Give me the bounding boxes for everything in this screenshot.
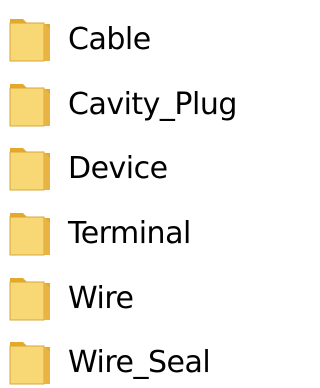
folder-item-cable[interactable]: Cable <box>8 17 260 63</box>
folder-icon <box>8 276 52 322</box>
folder-label: Wire_Seal <box>68 345 211 380</box>
folder-icon <box>8 82 52 128</box>
folder-icon <box>8 211 52 257</box>
folder-item-cavity-plug[interactable]: Cavity_Plug <box>8 82 260 128</box>
folder-item-wire-seal[interactable]: Wire_Seal <box>8 340 260 386</box>
folder-item-device[interactable]: Device <box>8 146 260 192</box>
folder-label: Device <box>68 151 168 186</box>
folder-item-wire[interactable]: Wire <box>8 276 260 322</box>
folder-label: Terminal <box>68 216 191 251</box>
folder-icon <box>8 340 52 386</box>
folder-label: Cavity_Plug <box>68 87 237 122</box>
folder-icon <box>8 146 52 192</box>
folder-item-terminal[interactable]: Terminal <box>8 211 260 257</box>
folder-list: Cable Cavity_Plug Device Terminal Wire W… <box>0 0 264 388</box>
folder-label: Cable <box>68 22 151 57</box>
folder-label: Wire <box>68 281 134 316</box>
folder-icon <box>8 17 52 63</box>
